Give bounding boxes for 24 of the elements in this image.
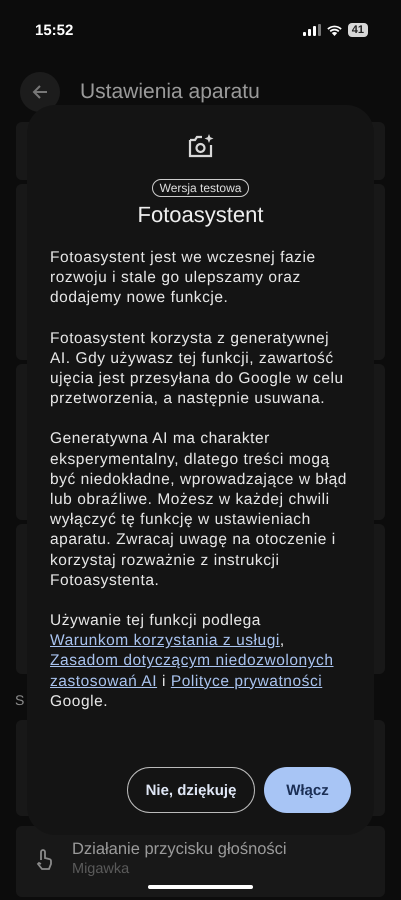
paragraph: Generatywna AI ma charakter eksperymentalny, dlatego treści mogą być niedokładne, wprowadzające w błąd lub obraźliwe. Możesz w każdej chwili wyłączyć tę funkcję w ustawieniach aparatu. Zwracaj uwagę na otoczenie i korzystaj rozważnie z instrukcji Fotoasystenta. (50, 429, 348, 591)
camera-sparkle-icon (186, 133, 214, 159)
paragraph: Fotoasystent jest we wczesnej fazie rozwoju i stale go ulepszamy oraz dodajemy nowe funkcje. (50, 248, 317, 308)
page-title: Ustawienia aparatu (80, 80, 260, 104)
link[interactable]: Zasadom dotyczącym niedozwolonych (50, 652, 334, 670)
link[interactable]: Warunkom korzystania z usługi (50, 632, 280, 650)
link[interactable]: Polityce prywatności (170, 672, 322, 690)
battery-indicator: 41 (348, 23, 368, 37)
enable-button[interactable]: Włącz (264, 767, 351, 813)
signal-icon (302, 24, 321, 36)
wifi-icon (326, 24, 343, 36)
dialog-title: Fotoasystent (138, 202, 264, 228)
beta-badge: Wersja testowa (152, 179, 250, 197)
section-label: S (15, 691, 24, 710)
status-time: 15:52 (35, 22, 74, 38)
decline-button[interactable]: Nie, dziękuję (127, 767, 255, 813)
paragraph: Używanie tej funkcji podlega Warunkom korzystania z usługi, Zasadom dotyczącym niedozwolonych zastosowań AI i Polityce prywatności Google. (50, 611, 334, 712)
back-arrow-icon (31, 83, 49, 101)
link[interactable]: zastosowań AI (50, 672, 158, 690)
hand-tap-icon (34, 848, 54, 870)
back-button[interactable] (20, 72, 60, 112)
item-title: Działanie przycisku głośności (72, 840, 287, 859)
paragraph: Fotoasystent korzysta z generatywnej AI. Gdy używasz tej funkcji, zawartość ujęcia jest przesyłana do Google w celu przetworzenia, a następnie usuwana. (50, 328, 345, 410)
item-subtitle: Migawka (72, 861, 130, 877)
